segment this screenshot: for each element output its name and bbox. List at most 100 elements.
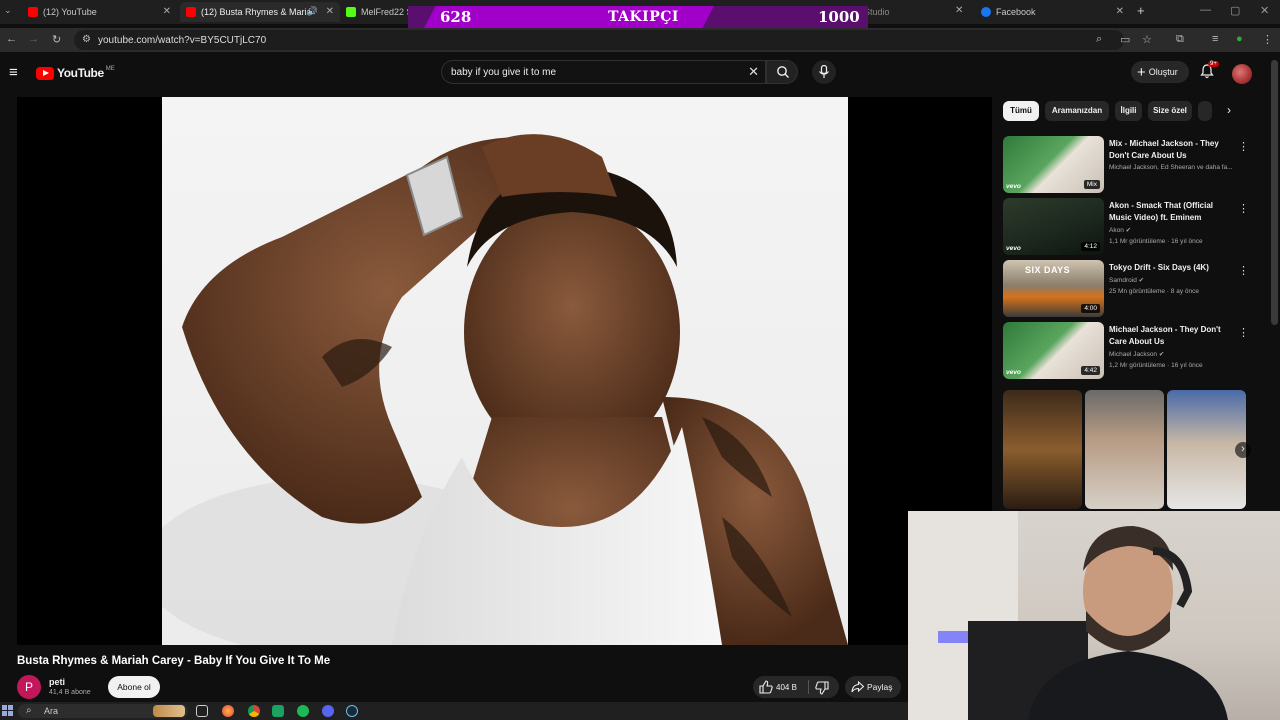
tab-youtube-home[interactable]: (12) YouTube ✕ (22, 2, 177, 22)
vevo-label: vevo (1006, 183, 1021, 190)
chip-more[interactable] (1198, 101, 1212, 121)
voice-search-button[interactable] (812, 60, 836, 84)
list-item[interactable]: vevo 4:12 Akon - Smack That (Official Mu… (1003, 198, 1249, 256)
cast-icon[interactable]: ▭ (1120, 33, 1130, 46)
subscriber-count: 41,4 B abone (49, 689, 91, 696)
youtube-favicon-icon (186, 7, 196, 17)
short-thumbnail[interactable] (1085, 390, 1164, 509)
tab-search-icon[interactable]: ⌄ (4, 5, 12, 16)
close-icon[interactable]: ✕ (1116, 6, 1124, 17)
taskbar-search-label: Ara (44, 706, 59, 716)
bookmark-star-icon[interactable]: ☆ (1142, 33, 1152, 46)
maximize-icon[interactable]: ▢ (1230, 4, 1240, 17)
create-button[interactable]: + Oluştur (1131, 61, 1189, 83)
hamburger-menu-icon[interactable]: ≡ (9, 64, 18, 81)
app-icon[interactable] (272, 705, 284, 717)
spotify-icon[interactable] (297, 705, 309, 717)
chevron-right-icon[interactable]: › (1227, 103, 1231, 117)
steam-icon[interactable] (346, 705, 358, 717)
tab-busta-rhymes[interactable]: (12) Busta Rhymes & Maria 🔊 ✕ (180, 2, 340, 22)
video-channel: Samdroid ✔ (1109, 277, 1145, 284)
close-icon[interactable]: ✕ (163, 6, 171, 17)
search-input[interactable]: baby if you give it to me ✕ (441, 60, 766, 84)
video-thumbnail[interactable]: vevo 4:12 (1003, 198, 1104, 255)
video-channel: Michael Jackson ✔ (1109, 351, 1165, 358)
reload-icon[interactable]: ↻ (52, 33, 61, 46)
close-icon[interactable]: ✕ (955, 5, 963, 16)
duration-badge: 4:12 (1081, 242, 1100, 251)
media-control-icon[interactable]: ≡ (1212, 33, 1218, 45)
dislike-icon[interactable] (815, 681, 829, 695)
channel-avatar[interactable]: P (17, 675, 41, 699)
tab-facebook[interactable]: Facebook ✕ (975, 2, 1130, 22)
share-button[interactable]: Paylaş (845, 676, 901, 698)
more-options-icon[interactable]: ⋮ (1238, 140, 1249, 153)
tab-title: (12) Busta Rhymes & Maria (201, 7, 312, 17)
duration-badge: 4:00 (1081, 304, 1100, 313)
video-meta: 1,2 Mr görüntüleme · 16 yıl önce (1109, 362, 1203, 369)
subscribe-button[interactable]: Abone ol (108, 676, 160, 698)
more-options-icon[interactable]: ⋮ (1238, 264, 1249, 277)
video-title: Busta Rhymes & Mariah Carey - Baby If Yo… (17, 655, 331, 667)
chip-from-search[interactable]: Aramanızdan (1045, 101, 1109, 121)
user-avatar[interactable] (1232, 64, 1252, 84)
firefox-icon[interactable] (222, 705, 234, 717)
task-view-icon[interactable] (196, 705, 208, 717)
plus-icon: + (1137, 63, 1146, 81)
webcam-feed (908, 511, 1228, 720)
search-highlight-image (153, 705, 185, 717)
forward-icon[interactable]: → (28, 33, 39, 45)
window-close-icon[interactable]: ✕ (1260, 4, 1269, 17)
more-options-icon[interactable]: ⋮ (1238, 326, 1249, 339)
new-tab-icon[interactable]: + (1137, 3, 1145, 18)
list-item[interactable]: SIX DAYS 4:00 Tokyo Drift - Six Days (4K… (1003, 260, 1249, 318)
chip-for-you[interactable]: Size özel (1148, 101, 1192, 121)
mix-badge: Mix (1083, 180, 1100, 189)
extensions-icon[interactable]: ⧉ (1176, 33, 1184, 46)
video-thumbnail[interactable]: vevo Mix (1003, 136, 1104, 193)
youtube-header: ≡ YouTube ME baby if you give it to me ✕… (0, 56, 1270, 90)
vevo-label: vevo (1006, 369, 1021, 376)
share-label: Paylaş (867, 682, 893, 692)
six-days-text: SIX DAYS (1025, 265, 1071, 275)
search-button[interactable] (766, 60, 798, 84)
follower-goal-overlay: 628 TAKIPÇI 1000 (408, 6, 868, 28)
scrollbar[interactable] (1271, 60, 1278, 325)
profile-icon[interactable]: ● (1236, 33, 1243, 45)
chrome-icon[interactable] (248, 705, 260, 717)
more-options-icon[interactable]: ⋮ (1238, 202, 1249, 215)
close-icon[interactable]: ✕ (326, 6, 334, 17)
youtube-favicon-icon (28, 7, 38, 17)
address-bar-row: ← → ↻ ⚙ youtube.com/watch?v=BY5CUTjLC70 … (0, 28, 1280, 52)
youtube-logo[interactable]: YouTube ME (36, 66, 115, 80)
list-item[interactable]: vevo Mix Mix - Michael Jackson - They Do… (1003, 136, 1249, 194)
short-thumbnail[interactable] (1003, 390, 1082, 509)
address-bar[interactable]: ⚙ youtube.com/watch?v=BY5CUTjLC70 ⌕ (74, 30, 1124, 50)
discord-icon[interactable] (322, 705, 334, 717)
channel-name[interactable]: peti (49, 677, 65, 687)
like-icon[interactable] (759, 680, 773, 694)
zoom-icon[interactable]: ⌕ (1096, 33, 1102, 46)
taskbar-search[interactable]: ⌕ Ara (18, 704, 188, 718)
site-info-icon[interactable]: ⚙ (82, 34, 91, 45)
back-icon[interactable]: ← (6, 33, 17, 45)
facebook-favicon-icon (981, 7, 991, 17)
windows-start-icon[interactable] (2, 705, 13, 716)
video-title: Mix - Michael Jackson - They Don't Care … (1109, 139, 1219, 160)
notification-badge: 9+ (1208, 61, 1219, 67)
verified-icon: ✔ (1125, 227, 1132, 234)
chip-related[interactable]: İlgili (1115, 101, 1142, 121)
video-frame (162, 97, 848, 645)
video-title: Tokyo Drift - Six Days (4K) (1109, 263, 1209, 272)
menu-dots-icon[interactable]: ⋮ (1262, 33, 1273, 46)
chip-all[interactable]: Tümü (1003, 101, 1039, 121)
clear-search-icon[interactable]: ✕ (748, 64, 759, 80)
video-thumbnail[interactable]: vevo 4:42 (1003, 322, 1104, 379)
notifications-button[interactable]: 9+ (1200, 61, 1219, 84)
video-player[interactable] (17, 97, 992, 645)
list-item[interactable]: vevo 4:42 Michael Jackson - They Don't C… (1003, 322, 1249, 380)
speaker-icon[interactable]: 🔊 (307, 6, 318, 17)
video-thumbnail[interactable]: SIX DAYS 4:00 (1003, 260, 1104, 317)
chevron-right-icon[interactable]: › (1235, 442, 1251, 458)
minimize-icon[interactable]: — (1200, 4, 1211, 16)
